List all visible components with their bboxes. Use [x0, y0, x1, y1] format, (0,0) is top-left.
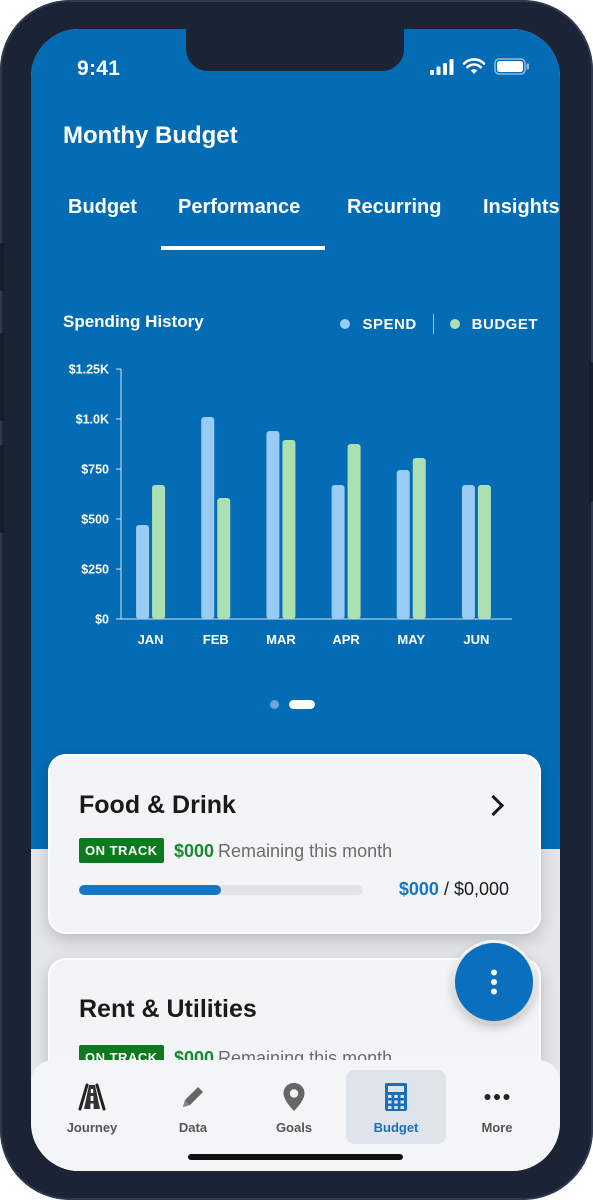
vertical-dots-icon	[491, 969, 497, 995]
bar-budget-jun	[477, 485, 491, 619]
budget-card-food-drink[interactable]: Food & Drink ON TRACK $000 Remaining this…	[48, 754, 541, 934]
bar-budget-apr	[347, 444, 361, 619]
card-title: Food & Drink	[79, 791, 236, 819]
remaining-amount: $000	[174, 841, 215, 861]
legend-budget-label: BUDGET	[471, 315, 538, 333]
x-tick-label: FEB	[203, 632, 229, 647]
legend-divider	[432, 314, 434, 334]
tab-recurring[interactable]: Recurring	[347, 196, 441, 219]
nav-label: Data	[178, 1120, 208, 1135]
spending-history-chart: $0 $250 $500 $750 $1.0K $1.25K JAN FEB MAR APR MAY…	[69, 363, 512, 647]
budget-progress-bar	[79, 885, 363, 895]
bar-budget-mar	[282, 440, 296, 619]
nav-budget[interactable]: Budget	[346, 1070, 446, 1144]
card-title: Rent & Utilities	[79, 995, 257, 1023]
power-button	[589, 362, 593, 502]
volume-up-button	[0, 333, 4, 421]
nav-data[interactable]: Data	[143, 1070, 243, 1144]
nav-label: Goals	[275, 1120, 313, 1135]
road-icon	[78, 1080, 106, 1114]
bar-budget-may	[412, 458, 426, 619]
wifi-icon	[462, 58, 486, 74]
x-tick-label: MAY	[397, 632, 425, 647]
tab-bar: Budget Performance Recurring Insights	[31, 194, 560, 254]
page-indicator	[270, 700, 315, 709]
screen: 9:41 Monthy Budget Budget Performance Re…	[31, 29, 560, 1171]
nav-label: Journey	[66, 1120, 118, 1135]
y-tick-label: $500	[81, 513, 109, 527]
signal-icon	[430, 58, 454, 75]
notch	[186, 29, 404, 71]
spend-legend-dot	[340, 319, 351, 329]
chart-legend: SPEND BUDGET	[340, 314, 538, 334]
nav-goals[interactable]: Goals	[244, 1070, 344, 1144]
tab-performance[interactable]: Performance	[178, 196, 300, 219]
phone-frame: 9:41 Monthy Budget Budget Performance Re…	[0, 0, 593, 1200]
x-tick-label: JUN	[463, 632, 489, 647]
bar-budget-jan	[152, 485, 166, 619]
total-amount: / $0,000	[438, 879, 509, 899]
budget-progress-fill	[79, 885, 221, 895]
home-indicator	[188, 1154, 403, 1160]
volume-down-button	[0, 445, 4, 533]
on-track-badge: ON TRACK	[79, 838, 164, 863]
budget-legend-dot	[449, 319, 460, 329]
spent-amount: $000	[398, 879, 439, 899]
y-tick-label: $1.0K	[76, 413, 109, 427]
active-tab-indicator	[161, 246, 325, 250]
bar-spend-apr	[331, 485, 345, 619]
nav-journey[interactable]: Journey	[42, 1070, 142, 1144]
page-title: Monthy Budget	[63, 122, 238, 149]
remaining-label: Remaining this month	[218, 841, 393, 861]
nav-label: More	[481, 1120, 513, 1135]
bar-spend-jan	[136, 525, 150, 619]
tab-insights[interactable]: Insights	[483, 196, 560, 219]
chevron-right-icon[interactable]	[482, 794, 505, 817]
bar-budget-feb	[217, 498, 231, 619]
battery-icon	[494, 58, 529, 75]
pencil-icon	[180, 1080, 206, 1114]
status-time: 9:41	[77, 57, 121, 80]
bar-spend-jun	[461, 485, 475, 619]
tab-budget[interactable]: Budget	[68, 196, 137, 219]
silent-switch	[0, 243, 4, 291]
calculator-icon	[385, 1080, 407, 1114]
location-pin-icon	[282, 1080, 306, 1114]
page-dot-2-active[interactable]	[289, 700, 315, 709]
spent-of-total: $000 / $0,000	[399, 879, 509, 900]
y-tick-label: $1.25K	[69, 363, 109, 377]
y-tick-label: $250	[81, 563, 109, 577]
nav-label: Budget	[373, 1120, 419, 1135]
chart-title: Spending History	[63, 312, 204, 331]
nav-more[interactable]: More	[447, 1070, 547, 1144]
status-icons	[430, 58, 530, 75]
x-tick-label: MAR	[266, 632, 296, 647]
x-tick-label: JAN	[138, 632, 164, 647]
y-tick-label: $0	[95, 613, 109, 627]
y-tick-label: $750	[81, 463, 109, 477]
page-dot-1[interactable]	[270, 700, 279, 709]
legend-spend-label: SPEND	[362, 315, 417, 333]
bar-spend-may	[396, 470, 410, 619]
remaining-text: $000 Remaining this month	[174, 841, 392, 862]
more-dots-icon	[484, 1080, 510, 1114]
bar-spend-feb	[201, 417, 215, 619]
more-actions-button[interactable]	[455, 943, 533, 1021]
bar-spend-mar	[266, 431, 280, 619]
x-tick-label: APR	[332, 632, 360, 647]
